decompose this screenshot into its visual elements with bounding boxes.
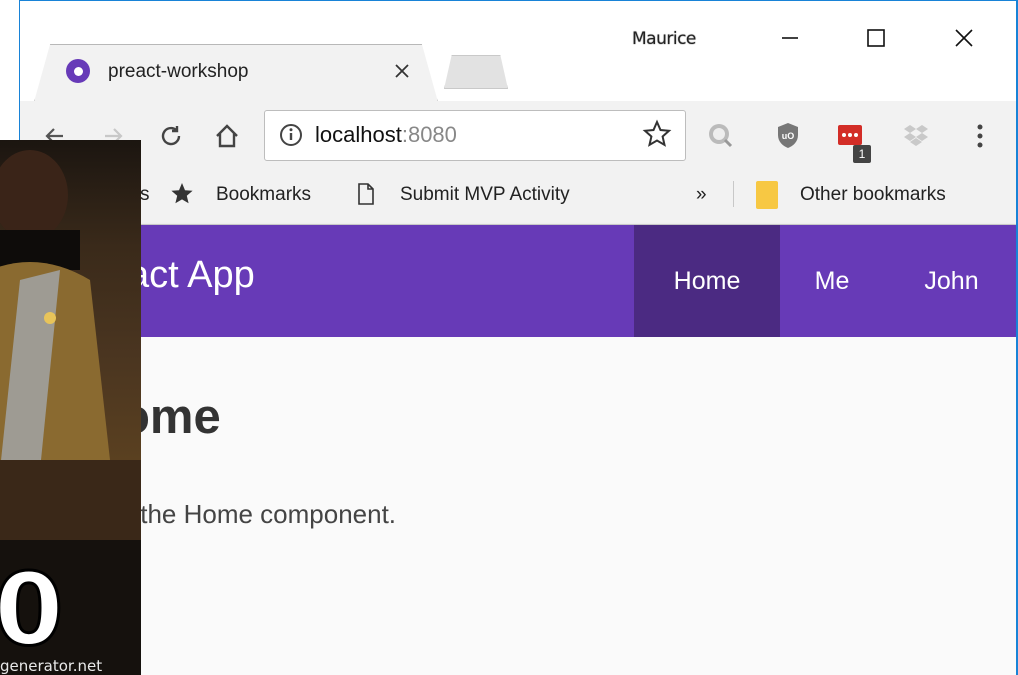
- minimize-button[interactable]: [760, 13, 820, 63]
- bookmark-partial[interactable]: s: [140, 184, 150, 206]
- close-icon: [955, 29, 973, 47]
- close-window-button[interactable]: [934, 13, 994, 63]
- page-body-text: s the Home component.: [120, 499, 397, 529]
- reload-button[interactable]: [156, 121, 186, 151]
- maximize-button[interactable]: [846, 13, 906, 63]
- browser-window: Maurice preact-workshop localhost:8080 u…: [19, 0, 1018, 675]
- svg-text:uO: uO: [782, 131, 795, 141]
- url-host: localhost: [315, 122, 402, 147]
- github-octocat-icon: [709, 124, 733, 148]
- nav-link-me[interactable]: Me: [780, 225, 884, 337]
- home-icon: [216, 124, 238, 148]
- extension-dropbox-button[interactable]: [900, 119, 932, 151]
- extension-ublock-button[interactable]: uO: [772, 119, 804, 151]
- meme-watermark: generator.net: [0, 657, 103, 675]
- ublock-shield-icon: uO: [778, 123, 798, 148]
- url-port: :8080: [401, 122, 457, 147]
- dropbox-icon: [904, 125, 928, 146]
- star-icon: [171, 183, 193, 204]
- meme-image: 0 generator.net: [0, 140, 141, 675]
- bookmark-bookmarks[interactable]: Bookmarks: [216, 184, 311, 206]
- menu-dots-icon[interactable]: [970, 121, 990, 151]
- close-icon: [395, 64, 409, 78]
- preact-logo-icon: [66, 59, 90, 83]
- extension-octocat-button[interactable]: [704, 119, 736, 151]
- nav-link-home[interactable]: Home: [634, 225, 780, 337]
- profile-name[interactable]: Maurice: [632, 29, 696, 49]
- app-title: act App: [128, 254, 255, 296]
- url-text: localhost:8080: [315, 122, 457, 148]
- other-bookmarks[interactable]: Other bookmarks: [800, 184, 946, 206]
- nav-link-john[interactable]: John: [884, 225, 1016, 337]
- page-icon: [358, 183, 374, 205]
- minimize-icon: [782, 37, 798, 39]
- bookmarks-divider: [733, 181, 734, 207]
- maximize-icon: [867, 29, 885, 47]
- bookmark-submit-mvp[interactable]: Submit MVP Activity: [400, 184, 570, 206]
- tab-title: preact-workshop: [108, 61, 249, 82]
- new-tab-button[interactable]: [444, 55, 508, 89]
- home-button[interactable]: [210, 121, 244, 151]
- extension-badge: 1: [853, 145, 871, 163]
- folder-icon: [756, 181, 778, 209]
- meme-caption: 0: [0, 551, 65, 668]
- reload-icon: [161, 126, 181, 146]
- info-icon[interactable]: [279, 123, 303, 147]
- tab-close-button[interactable]: [390, 59, 414, 83]
- bookmark-star-icon[interactable]: [642, 119, 672, 149]
- bookmarks-overflow-button[interactable]: »: [696, 184, 707, 206]
